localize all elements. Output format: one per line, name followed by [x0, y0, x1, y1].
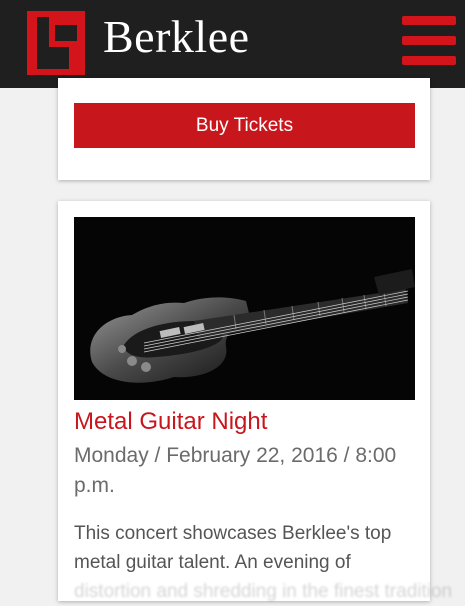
- menu-bar: [402, 56, 456, 65]
- buy-tickets-button[interactable]: Buy Tickets: [74, 103, 415, 148]
- description-line-faded: distortion and shredding in the finest t…: [74, 581, 453, 602]
- event-card: Metal Guitar Night Monday / February 22,…: [58, 201, 452, 602]
- event-title-link[interactable]: Metal Guitar Night: [74, 407, 419, 437]
- event-date: Monday / February 22, 2016 / 8:00 p.m.: [74, 441, 419, 501]
- tickets-card: Buy Tickets: [58, 78, 430, 180]
- description-line: metal guitar talent. An evening of: [74, 552, 351, 573]
- description-line: This concert showcases Berklee's top: [74, 523, 392, 544]
- menu-bar: [402, 16, 456, 25]
- menu-bar: [402, 36, 456, 45]
- event-description: This concert showcases Berklee's top met…: [74, 519, 453, 606]
- event-date-line: Monday / February 22, 2016 / 8:00: [74, 444, 397, 467]
- electric-guitar-image[interactable]: [74, 217, 415, 400]
- berklee-logo-icon[interactable]: [27, 11, 85, 75]
- brand-name[interactable]: Berklee: [103, 14, 250, 60]
- hamburger-menu-icon[interactable]: [402, 16, 456, 66]
- event-date-line: p.m.: [74, 474, 115, 497]
- site-header: Berklee: [0, 0, 465, 88]
